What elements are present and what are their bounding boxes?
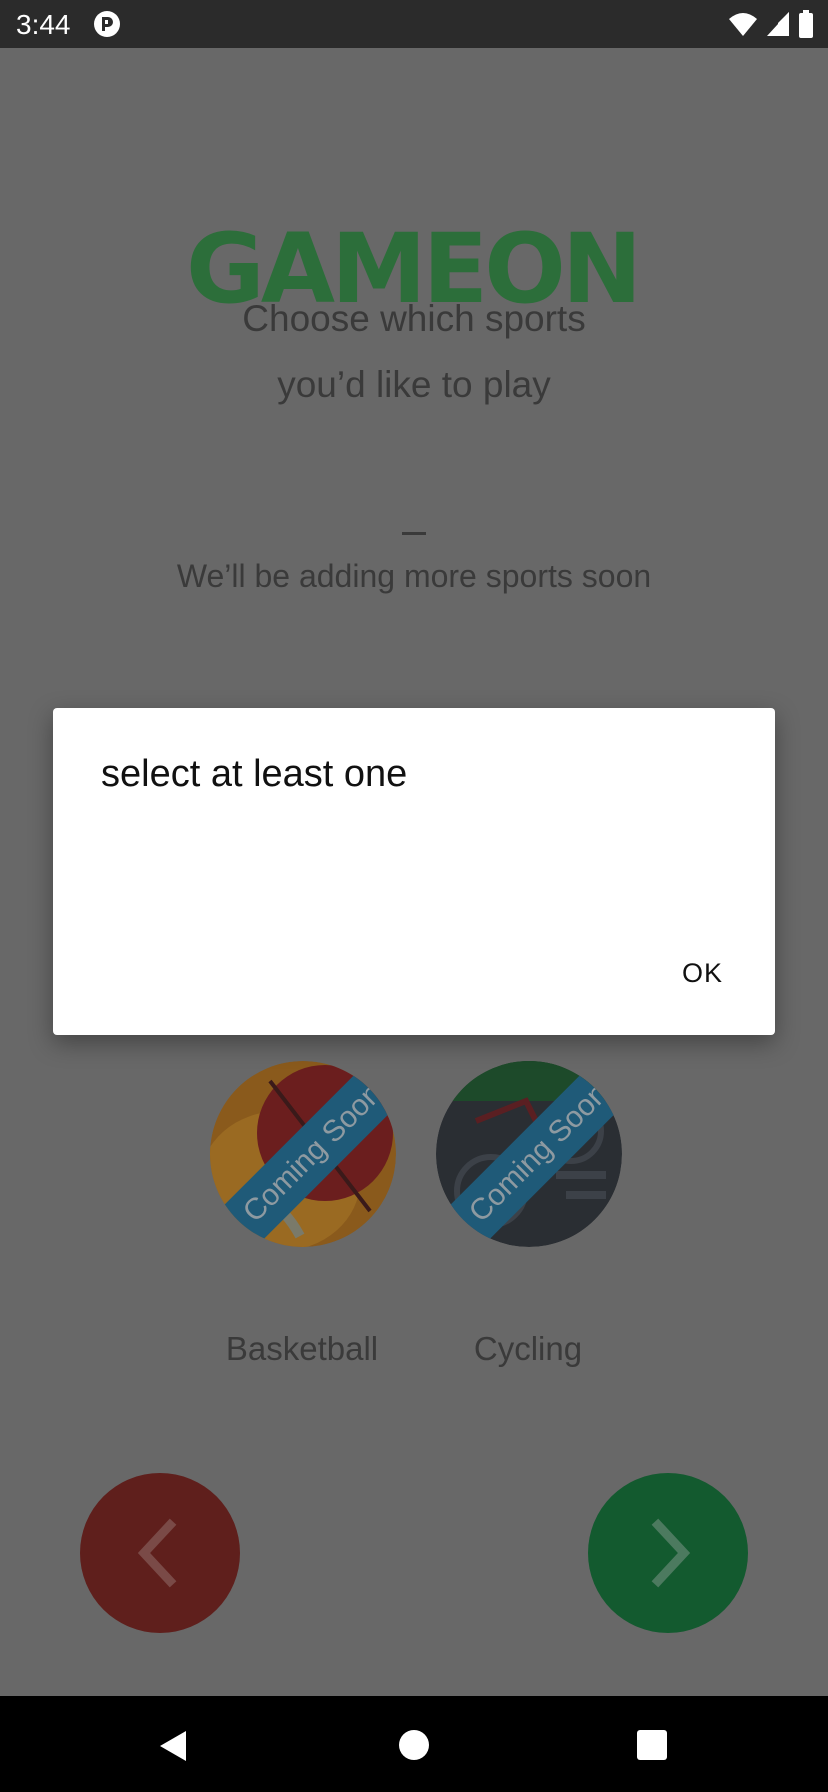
signal-icon <box>767 12 789 36</box>
status-time: 3:44 <box>16 9 71 40</box>
chevron-right-icon <box>651 1518 691 1588</box>
dialog-message: select at least one <box>101 753 408 795</box>
heading-line-1: Choose which sports <box>242 298 586 339</box>
wifi-icon <box>729 13 757 36</box>
sport-label-basketball: Basketball <box>225 1330 379 1367</box>
recents-nav-icon[interactable] <box>637 1730 667 1760</box>
sport-card-cycling[interactable]: Coming Soon <box>428 1053 628 1343</box>
sport-card-basketball[interactable]: Coming Soon <box>202 1053 402 1343</box>
battery-icon <box>799 10 813 38</box>
home-nav-icon[interactable] <box>399 1730 429 1760</box>
back-nav-icon[interactable] <box>158 1730 188 1762</box>
status-bar: 3:44 <box>0 0 828 48</box>
cycling-icon: Coming Soon <box>436 1061 622 1247</box>
basketball-icon: Coming Soon <box>210 1061 396 1247</box>
back-button[interactable] <box>80 1473 240 1633</box>
ok-button[interactable]: OK <box>682 958 723 989</box>
alert-dialog: select at least one OK <box>53 708 775 1035</box>
status-icons <box>728 10 814 38</box>
subtitle: We’ll be adding more sports soon <box>176 558 652 594</box>
next-button[interactable] <box>588 1473 748 1633</box>
sport-label-cycling: Cycling <box>473 1330 583 1367</box>
app-p-icon <box>94 11 120 37</box>
chevron-left-icon <box>137 1518 177 1588</box>
system-nav-bar <box>0 1696 828 1792</box>
heading-line-2: you’d like to play <box>277 364 551 405</box>
divider-dash <box>402 532 426 535</box>
